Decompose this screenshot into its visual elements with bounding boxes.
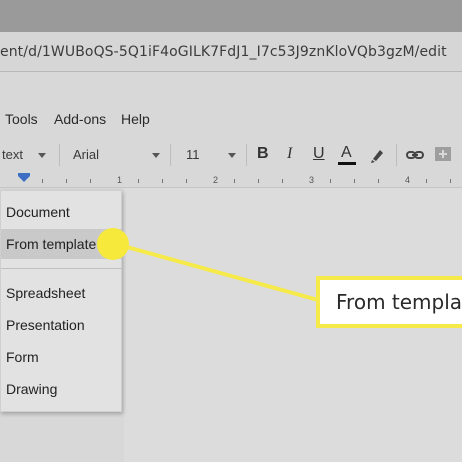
menu-tools[interactable]: Tools	[5, 111, 38, 127]
callout-marker-dot	[97, 228, 129, 260]
menu-item-document[interactable]: Document	[1, 197, 122, 227]
ruler-indent-marker-icon[interactable]	[18, 176, 30, 182]
new-file-submenu: Document From template Spreadsheet Prese…	[0, 190, 122, 412]
ruler-number: 2	[213, 175, 219, 185]
underline-icon: U	[313, 145, 325, 162]
ruler-number: 3	[309, 175, 315, 185]
toolbar-divider	[170, 144, 171, 166]
text-color-button[interactable]: A	[336, 144, 358, 166]
ruler-tick	[138, 179, 139, 183]
highlight-button[interactable]	[367, 144, 389, 166]
menu-add-ons[interactable]: Add-ons	[54, 111, 106, 127]
callout-label-box: From template	[316, 276, 462, 328]
bold-button[interactable]: B	[252, 144, 274, 166]
text-color-swatch	[338, 162, 356, 165]
font-chevron-down-icon[interactable]	[152, 153, 160, 158]
menu-bar: Tools Add-ons Help	[0, 106, 462, 132]
url-text: ent/d/1WUBoQS-5Q1iF4oGILK7FdJ1_I7c53J9zn…	[0, 44, 447, 60]
ruler-tick	[66, 179, 67, 183]
ruler-tick	[330, 179, 331, 183]
formatting-toolbar: text Arial 11 B I U A	[0, 140, 462, 170]
toolbar-divider	[59, 144, 60, 166]
ruler-tick	[282, 179, 283, 183]
style-chevron-down-icon[interactable]	[38, 153, 46, 158]
ruler-tick	[378, 179, 379, 183]
address-bar[interactable]: ent/d/1WUBoQS-5Q1iF4oGILK7FdJ1_I7c53J9zn…	[0, 32, 462, 72]
ruler-number: 4	[405, 175, 411, 185]
font-size-value[interactable]: 11	[186, 147, 200, 162]
ruler-number: 1	[117, 175, 123, 185]
italic-icon: I	[287, 145, 293, 162]
callout-label-text: From template	[320, 280, 462, 324]
ruler-tick	[42, 179, 43, 183]
toolbar-divider	[246, 144, 247, 166]
menu-item-presentation[interactable]: Presentation	[1, 310, 122, 340]
underline-button[interactable]: U	[308, 144, 330, 166]
style-select-value[interactable]: text	[2, 147, 23, 162]
font-select-value[interactable]: Arial	[73, 147, 99, 162]
toolbar-divider	[396, 144, 397, 166]
bold-icon: B	[257, 145, 269, 162]
menu-divider	[1, 268, 122, 269]
ruler-tick	[258, 179, 259, 183]
menu-help[interactable]: Help	[121, 111, 150, 127]
size-chevron-down-icon[interactable]	[228, 153, 236, 158]
ruler-tick	[426, 179, 427, 183]
ruler-tick	[234, 179, 235, 183]
link-icon	[406, 151, 424, 159]
ruler-tick	[90, 179, 91, 183]
menu-item-drawing[interactable]: Drawing	[1, 374, 122, 404]
menu-item-form[interactable]: Form	[1, 342, 122, 372]
text-color-icon: A	[341, 144, 352, 161]
ruler-tick	[162, 179, 163, 183]
menu-item-spreadsheet[interactable]: Spreadsheet	[1, 278, 122, 308]
ruler-tick	[354, 179, 355, 183]
browser-chrome	[0, 0, 462, 32]
highlighter-icon	[371, 150, 383, 163]
ruler-tick	[450, 179, 451, 183]
insert-link-button[interactable]	[404, 144, 426, 166]
add-comment-icon	[435, 147, 451, 161]
ruler-tick	[186, 179, 187, 183]
insert-comment-button[interactable]	[432, 144, 454, 166]
horizontal-ruler[interactable]: 1 2 3 4	[0, 173, 462, 188]
italic-button[interactable]: I	[280, 144, 302, 166]
